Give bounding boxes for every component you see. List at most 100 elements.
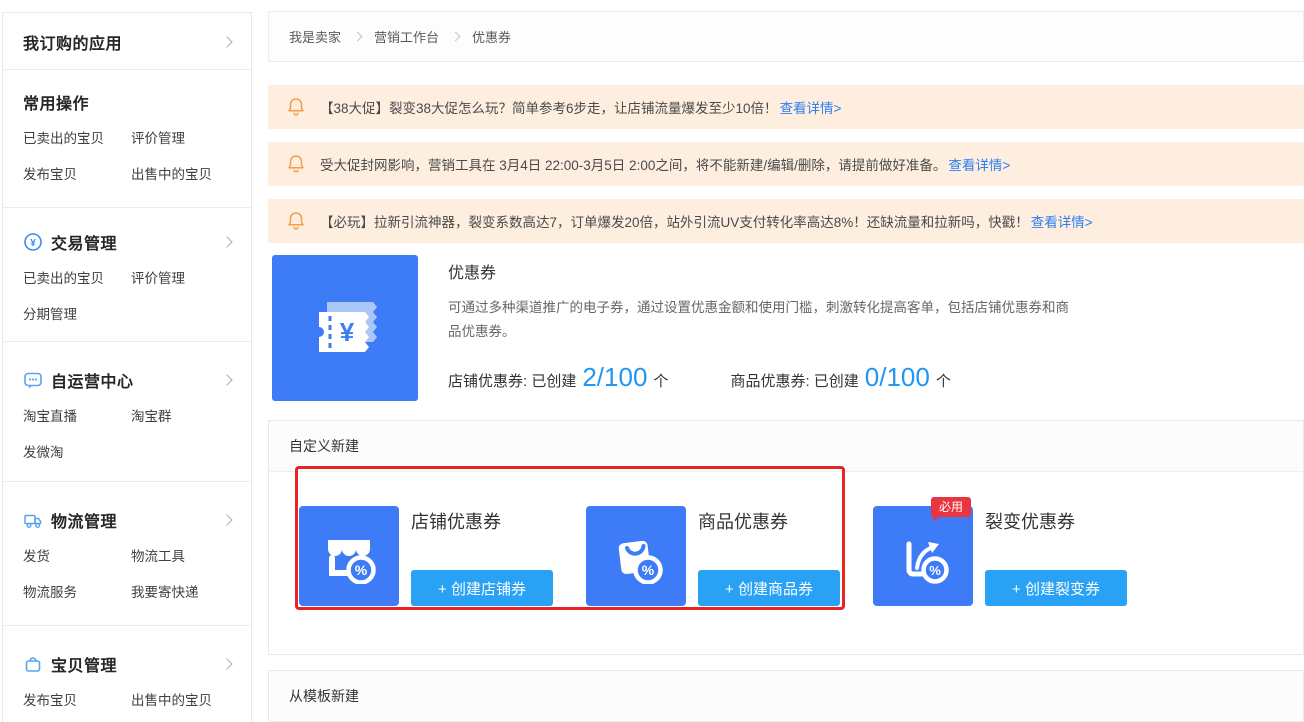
coupon-description: 可通过多种渠道推广的电子券，通过设置优惠金额和使用门槛，刺激转化提高客单，包括店… [448, 300, 1069, 339]
truck-icon [24, 514, 42, 528]
sidebar-item-trade[interactable]: ¥ 交易管理 [23, 230, 233, 254]
stat-unit: 个 [653, 373, 669, 390]
sidebar-item-self-operate[interactable]: 自运营中心 [23, 368, 233, 392]
chevron-right-icon [221, 374, 233, 386]
sidebar-section-trade: ¥ 交易管理 已卖出的宝贝 评价管理 分期管理 [3, 208, 251, 342]
breadcrumb-item-marketing[interactable]: 营销工作台 [374, 27, 439, 46]
sidebar-link[interactable]: 我要寄快递 [131, 581, 233, 601]
coupon-card-title: 裂变优惠券 [985, 512, 1075, 532]
sidebar-link[interactable]: 分期管理 [23, 303, 131, 323]
sidebar-section-subscribed-apps: 我订购的应用 [3, 13, 251, 70]
sidebar-section-title: 自运营中心 [51, 374, 134, 391]
bag-icon [25, 657, 41, 672]
shopping-bag-icon[interactable]: % [586, 506, 686, 606]
fission-coupon-card: % 必用 裂变优惠券 + 创建裂变券 [873, 497, 1127, 606]
banner-text: 受大促封网影响，营销工具在 3月4日 22:00-3月5日 2:00之间，将不能… [320, 158, 947, 173]
sidebar-section-title: 物流管理 [51, 514, 118, 531]
create-store-coupon-button[interactable]: + 创建店铺券 [411, 570, 553, 606]
coupon-type-cards: % 店铺优惠券 + 创建店铺券 % 商品优惠券 + 创建商品券 % 必用 裂变优… [269, 497, 1303, 606]
sidebar-section-title: 宝贝管理 [51, 658, 118, 675]
storefront-icon[interactable]: % [299, 506, 399, 606]
chevron-right-icon [450, 31, 461, 42]
sidebar-links: 已卖出的宝贝 评价管理 发布宝贝 出售中的宝贝 [23, 127, 233, 183]
store-coupon-card-col: 店铺优惠券 + 创建店铺券 [411, 506, 553, 606]
svg-text:%: % [929, 563, 941, 578]
banner-text: 【38大促】裂变38大促怎么玩？简单参考6步走，让店铺流量爆发至少10倍！ [320, 101, 778, 116]
svg-text:¥: ¥ [30, 238, 36, 249]
store-coupon-card: % 店铺优惠券 + 创建店铺券 [299, 506, 553, 606]
custom-create-title: 自定义新建 [269, 421, 1303, 472]
template-create-section: 从模板新建 [268, 670, 1304, 722]
coupon-admin-page: 我订购的应用 常用操作 已卖出的宝贝 评价管理 发布宝贝 出售中的宝贝 ¥ 交易 [0, 0, 1304, 722]
sidebar-link[interactable]: 淘宝直播 [23, 405, 131, 425]
sidebar-link[interactable]: 出售中的宝贝 [131, 689, 233, 709]
coupon-app-icon: ¥ [272, 255, 418, 401]
stat-value: 0/100 [864, 362, 930, 392]
sidebar-link[interactable]: 已卖出的宝贝 [23, 267, 131, 287]
sidebar-link[interactable]: 发货 [23, 545, 131, 565]
template-create-title: 从模板新建 [269, 671, 1303, 722]
chevron-right-icon [221, 36, 233, 48]
sidebar-section-self-operate: 自运营中心 淘宝直播 淘宝群 发微淘 [3, 342, 251, 482]
sidebar-item-subscribed-apps[interactable]: 我订购的应用 [23, 30, 233, 54]
must-use-badge: 必用 [930, 497, 971, 517]
chevron-right-icon [221, 658, 233, 670]
store-coupon-stat: 店铺优惠券: 已创建 2/100 个 [448, 362, 668, 393]
bell-icon [288, 212, 304, 230]
bell-icon [288, 155, 304, 173]
sidebar-links: 发布宝贝 出售中的宝贝 体检中心 [23, 689, 233, 722]
breadcrumb: 我是卖家 营销工作台 优惠券 [268, 11, 1304, 62]
sidebar-section-title: 交易管理 [51, 236, 118, 253]
stat-value: 2/100 [582, 362, 648, 392]
sidebar-link[interactable]: 物流工具 [131, 545, 233, 565]
sidebar-links: 已卖出的宝贝 评价管理 分期管理 [23, 267, 233, 323]
notice-banner-3: 【必玩】拉新引流神器，裂变系数高达7，订单爆发20倍，站外引流UV支付转化率高达… [268, 199, 1304, 243]
chat-bubble-icon [24, 372, 42, 389]
sidebar-link[interactable]: 已卖出的宝贝 [23, 127, 131, 147]
svg-text:¥: ¥ [340, 317, 355, 347]
notice-banner-2: 受大促封网影响，营销工具在 3月4日 22:00-3月5日 2:00之间，将不能… [268, 142, 1304, 186]
stat-label: 商品优惠券: 已创建 [730, 373, 859, 390]
sidebar: 我订购的应用 常用操作 已卖出的宝贝 评价管理 发布宝贝 出售中的宝贝 ¥ 交易 [2, 12, 252, 722]
sidebar-section-title: 常用操作 [23, 96, 90, 113]
sidebar-section-items: 宝贝管理 发布宝贝 出售中的宝贝 体检中心 [3, 626, 251, 722]
sidebar-link[interactable]: 出售中的宝贝 [131, 163, 233, 183]
yuan-circle-icon: ¥ [24, 233, 42, 251]
sidebar-section-common-ops-head: 常用操作 [23, 90, 233, 114]
coupon-stats: 店铺优惠券: 已创建 2/100 个 商品优惠券: 已创建 0/100 个 [448, 362, 951, 393]
banner-link[interactable]: 查看详情> [1031, 211, 1093, 231]
custom-create-section: 自定义新建 % 店铺优惠券 + 创建店铺券 % 商品优惠券 + 创建商品券 % … [268, 420, 1304, 655]
share-arrow-icon[interactable]: % 必用 [873, 497, 973, 606]
stat-label: 店铺优惠券: 已创建 [448, 373, 577, 390]
coupon-card-title: 商品优惠券 [698, 512, 788, 532]
sidebar-link[interactable]: 物流服务 [23, 581, 131, 601]
sidebar-links: 淘宝直播 淘宝群 发微淘 [23, 405, 233, 461]
item-coupon-card-col: 商品优惠券 + 创建商品券 [698, 506, 840, 606]
sidebar-link[interactable]: 评价管理 [131, 267, 233, 287]
sidebar-link[interactable]: 发微淘 [23, 441, 131, 461]
sidebar-link[interactable]: 发布宝贝 [23, 163, 131, 183]
sidebar-section-title: 我订购的应用 [23, 36, 123, 53]
sidebar-links: 发货 物流工具 物流服务 我要寄快递 [23, 545, 233, 601]
chevron-right-icon [352, 31, 363, 42]
chevron-right-icon [221, 514, 233, 526]
create-fission-coupon-button[interactable]: + 创建裂变券 [985, 570, 1127, 606]
sidebar-link[interactable]: 淘宝群 [131, 405, 233, 425]
banner-link[interactable]: 查看详情> [948, 154, 1010, 174]
item-coupon-card: % 商品优惠券 + 创建商品券 [586, 506, 840, 606]
coupon-ticket-icon: ¥ [314, 302, 377, 352]
sidebar-link[interactable]: 发布宝贝 [23, 689, 131, 709]
create-item-coupon-button[interactable]: + 创建商品券 [698, 570, 840, 606]
notice-banner-1: 【38大促】裂变38大促怎么玩？简单参考6步走，让店铺流量爆发至少10倍！ 查看… [268, 85, 1304, 129]
sidebar-item-logistics[interactable]: 物流管理 [23, 508, 233, 532]
banner-text: 【必玩】拉新引流神器，裂变系数高达7，订单爆发20倍，站外引流UV支付转化率高达… [320, 215, 1029, 230]
banner-link[interactable]: 查看详情> [780, 97, 842, 117]
breadcrumb-item-coupon[interactable]: 优惠券 [472, 27, 511, 46]
chevron-right-icon [221, 236, 233, 248]
sidebar-link[interactable]: 评价管理 [131, 127, 233, 147]
fission-coupon-card-col: 裂变优惠券 + 创建裂变券 [985, 506, 1127, 606]
breadcrumb-item-seller[interactable]: 我是卖家 [289, 27, 341, 46]
bell-icon [288, 98, 304, 116]
stat-unit: 个 [935, 373, 951, 390]
sidebar-item-items[interactable]: 宝贝管理 [23, 652, 233, 676]
